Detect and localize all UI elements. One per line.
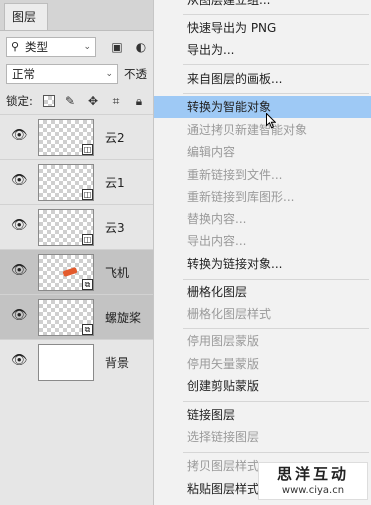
layer-name: 螺旋桨 (105, 311, 142, 325)
layer-name: 飞机 (105, 266, 130, 280)
context-menu: 从图层建立组... 快速导出为 PNG 导出为... 来自图层的画板... 转换… (153, 0, 371, 505)
menu-divider (183, 64, 369, 65)
smart-object-icon: ◫ (82, 234, 93, 245)
menu-divider (183, 93, 369, 94)
search-icon: ⚲ (11, 40, 20, 53)
layer-thumbnail: ⧉ (38, 299, 94, 336)
menu-item-new-smart-object-via-copy[interactable]: 通过拷贝新建智能对象 (154, 119, 371, 141)
menu-divider (183, 14, 369, 15)
eye-icon[interactable]: 👁︎ (11, 219, 28, 233)
menu-item-quick-export-png[interactable]: 快速导出为 PNG (154, 17, 371, 39)
blend-mode-value: 正常 (12, 67, 35, 81)
linked-smart-object-icon: ⧉ (82, 279, 93, 290)
layer-row[interactable]: 👁︎ ◫ 云3 (0, 204, 153, 249)
blend-mode-select[interactable]: 正常 ⌄ (6, 64, 118, 84)
lock-label: 锁定: (6, 94, 33, 108)
panel-tabbar: 图层 (0, 0, 153, 31)
smart-object-icon: ◫ (82, 189, 93, 200)
image-filter-icon[interactable]: ▣ (110, 39, 124, 55)
watermark-url: www.ciya.cn (281, 485, 345, 496)
lock-icon[interactable]: 🔒︎ (132, 93, 146, 109)
lock-transparency-icon[interactable] (43, 95, 55, 107)
airplane-shape (62, 266, 78, 278)
menu-item-disable-vector-mask[interactable]: 停用矢量蒙版 (154, 353, 371, 375)
chevron-down-icon: ⌄ (83, 42, 91, 52)
menu-item-group-from-layers[interactable]: 从图层建立组... (154, 0, 371, 11)
artboard-icon[interactable]: ⌗ (109, 93, 123, 109)
layer-thumbnail: ◫ (38, 209, 94, 246)
menu-item-relink-to-library[interactable]: 重新链接到库图形... (154, 186, 371, 208)
layer-name: 云3 (105, 221, 125, 235)
menu-divider (183, 279, 369, 280)
menu-divider (183, 452, 369, 453)
eye-icon[interactable]: 👁︎ (11, 264, 28, 278)
filter-kind-value: 类型 (25, 40, 48, 54)
layer-thumbnail (38, 344, 94, 381)
filter-kind-select[interactable]: ⚲ 类型 ⌄ (6, 37, 96, 57)
layer-row[interactable]: 👁︎ 背景 (0, 339, 153, 384)
menu-item-convert-to-linked[interactable]: 转换为链接对象... (154, 253, 371, 275)
layer-thumbnail: ◫ (38, 164, 94, 201)
eye-icon[interactable]: 👁︎ (11, 354, 28, 368)
menu-item-relink-to-file[interactable]: 重新链接到文件... (154, 164, 371, 186)
menu-item-select-linked-layers[interactable]: 选择链接图层 (154, 426, 371, 448)
watermark-logo: 思洋互动 www.ciya.cn (258, 462, 368, 500)
menu-item-disable-layer-mask[interactable]: 停用图层蒙版 (154, 330, 371, 352)
layer-thumbnail: ◫ (38, 119, 94, 156)
mouse-cursor-icon (266, 113, 276, 129)
linked-smart-object-icon: ⧉ (82, 324, 93, 335)
layer-name: 云1 (105, 176, 125, 190)
tab-layers[interactable]: 图层 (4, 3, 48, 30)
opacity-label: 不透 (124, 67, 147, 81)
layer-name: 云2 (105, 131, 125, 145)
move-icon[interactable]: ✥ (86, 93, 100, 109)
eye-icon[interactable]: 👁︎ (11, 174, 28, 188)
layer-row[interactable]: 👁︎ ⧉ 螺旋桨 (0, 294, 153, 339)
smart-object-icon: ◫ (82, 144, 93, 155)
chevron-down-icon: ⌄ (105, 69, 113, 79)
menu-item-rasterize-layer-style[interactable]: 栅格化图层样式 (154, 303, 371, 325)
eye-icon[interactable]: 👁︎ (11, 129, 28, 143)
menu-item-export-contents[interactable]: 导出内容... (154, 230, 371, 252)
menu-item-artboard-from-layers[interactable]: 来自图层的画板... (154, 68, 371, 90)
menu-item-edit-contents[interactable]: 编辑内容 (154, 141, 371, 163)
layer-filter-row: ⚲ 类型 ⌄ ▣ ◐ (6, 37, 153, 59)
layer-row[interactable]: 👁︎ ⧉ 飞机 (0, 249, 153, 294)
menu-item-link-layers[interactable]: 链接图层 (154, 404, 371, 426)
menu-item-create-clipping-mask[interactable]: 创建剪贴蒙版 (154, 375, 371, 397)
brush-icon[interactable]: ✎ (63, 93, 77, 109)
layers-panel: 图层 ⚲ 类型 ⌄ ▣ ◐ 正常 ⌄ 不透 锁定: ✎ ✥ ⌗ 🔒︎ 👁︎ ◫ … (0, 0, 153, 505)
menu-item-replace-contents[interactable]: 替换内容... (154, 208, 371, 230)
menu-item-convert-to-smart-object[interactable]: 转换为智能对象 (154, 96, 371, 118)
adjustment-filter-icon[interactable]: ◐ (134, 39, 148, 55)
blend-row: 正常 ⌄ 不透 (6, 64, 153, 86)
menu-divider (183, 328, 369, 329)
menu-item-rasterize-layer[interactable]: 栅格化图层 (154, 281, 371, 303)
menu-divider (183, 401, 369, 402)
eye-icon[interactable]: 👁︎ (11, 309, 28, 323)
layer-name: 背景 (105, 356, 130, 370)
layer-row[interactable]: 👁︎ ◫ 云1 (0, 159, 153, 204)
menu-item-export-as[interactable]: 导出为... (154, 39, 371, 61)
lock-row: 锁定: ✎ ✥ ⌗ 🔒︎ (6, 92, 153, 112)
layer-thumbnail: ⧉ (38, 254, 94, 291)
layer-row[interactable]: 👁︎ ◫ 云2 (0, 114, 153, 159)
watermark-title: 思洋互动 (276, 465, 349, 483)
